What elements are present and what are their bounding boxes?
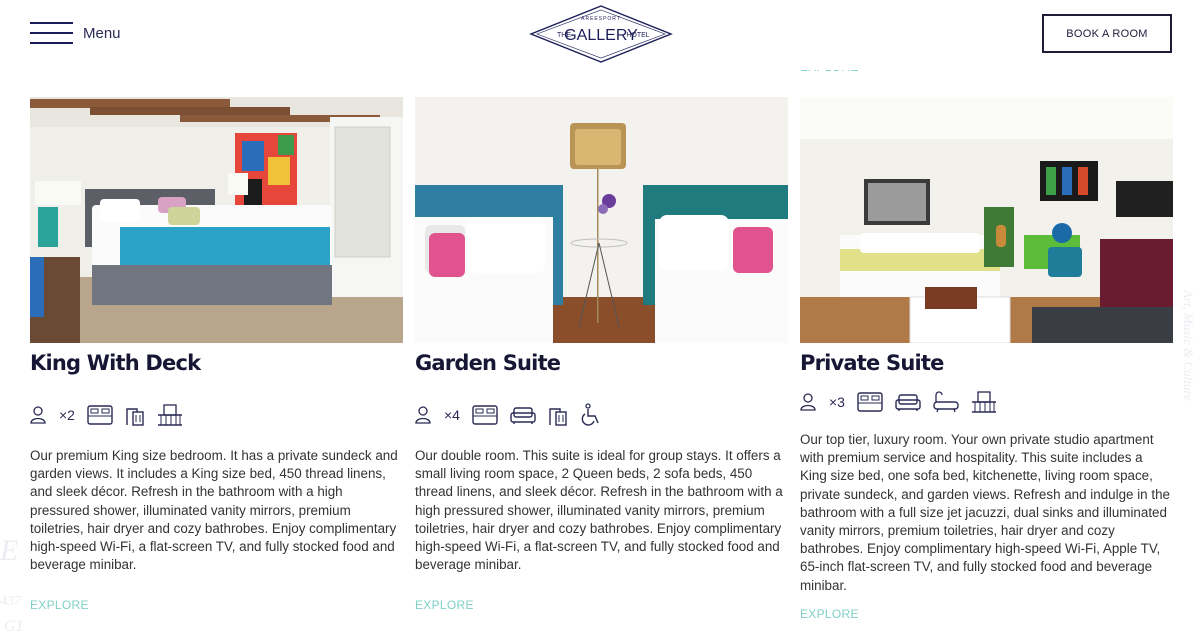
balcony-icon (157, 404, 182, 426)
king-bed-icon (857, 392, 883, 412)
menu-button[interactable]: Menu (30, 22, 121, 44)
guest-icon (800, 393, 816, 411)
menu-label: Menu (83, 24, 121, 42)
book-a-room-button[interactable]: BOOK A ROOM (1042, 14, 1172, 53)
logo-top-text: AREESPORT (581, 16, 621, 22)
room-description: Our double room. This suite is ideal for… (415, 448, 783, 573)
watermark-text: 437 (0, 594, 21, 609)
wheelchair-icon (581, 403, 599, 426)
explore-link-private-suite[interactable]: EXPLORE (800, 607, 859, 621)
room-card-king-with-deck: King With Deck ×2 Our premium King size … (30, 97, 403, 574)
guest-count: ×2 (30, 406, 75, 424)
room-description: Our top tier, luxury room. Your own priv… (800, 432, 1170, 593)
bathtub-icon (933, 391, 959, 413)
sofa-icon (895, 394, 921, 411)
shower-icon (126, 408, 144, 426)
explore-link-garden-suite[interactable]: EXPLORE (415, 598, 474, 612)
king-bed-icon (87, 405, 113, 425)
room-photo[interactable] (30, 97, 403, 343)
logo-hotel-text: HOTEL (626, 32, 649, 39)
watermark-text: G1 (4, 618, 24, 635)
room-card-private-suite: Private Suite ×3 Our top tier, luxury ro… (800, 97, 1173, 595)
guest-count-text: ×3 (829, 394, 845, 410)
sofa-icon (510, 407, 536, 424)
explore-link-king-with-deck[interactable]: EXPLORE (30, 598, 89, 612)
room-title: Garden Suite (415, 351, 561, 375)
room-card-garden-suite: Garden Suite ×4 Our double room. This su… (415, 97, 788, 574)
guest-icon (30, 406, 46, 424)
watermark-text: Art, Music & Culture (1181, 290, 1196, 401)
guest-count-text: ×4 (444, 407, 460, 423)
room-photo[interactable] (800, 97, 1173, 343)
guest-icon (415, 406, 431, 424)
gallery-hotel-logo[interactable]: AREESPORT THE GALLERY HOTEL (528, 4, 674, 64)
amenity-icons: ×2 (30, 403, 403, 427)
amenity-icons: ×3 (800, 390, 1173, 414)
guest-count-text: ×2 (59, 407, 75, 423)
room-description: Our premium King size bedroom. It has a … (30, 448, 398, 573)
shower-icon (549, 408, 567, 426)
balcony-icon (971, 391, 996, 413)
site-header: Menu AREESPORT THE GALLERY HOTEL BOOK A … (0, 0, 1200, 70)
guest-count: ×3 (800, 393, 845, 411)
room-photo[interactable] (415, 97, 788, 343)
room-title: Private Suite (800, 351, 944, 375)
queen-bed-icon (472, 405, 498, 425)
guest-count: ×4 (415, 406, 460, 424)
watermark-text: E (0, 534, 19, 567)
room-title: King With Deck (30, 351, 201, 375)
amenity-icons: ×4 (415, 403, 788, 427)
hamburger-icon (30, 22, 73, 44)
